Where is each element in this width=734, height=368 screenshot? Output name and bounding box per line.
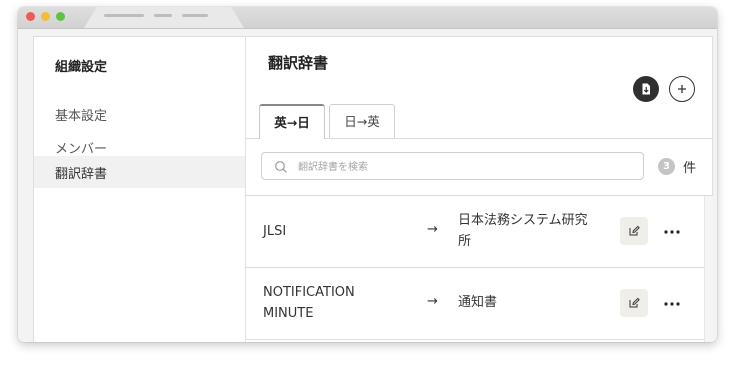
edit-icon [629,225,640,236]
add-entry-button[interactable] [669,76,695,102]
source-term: JLSI [263,221,286,242]
more-options-button[interactable] [662,222,682,242]
tab-placeholder-line [154,14,172,17]
sidebar-item-basic-settings[interactable]: 基本設定 [34,98,245,130]
more-horizontal-icon [664,302,680,306]
list-scrollbar[interactable] [704,196,713,342]
tab-placeholder-line [104,14,144,17]
edit-button[interactable] [620,217,648,245]
target-term-line: 所 [458,234,472,249]
target-term: 通知書 [458,292,608,313]
plus-icon [678,85,686,93]
page-title: 翻訳辞書 [268,54,329,72]
source-term: NOTIFICATION MINUTE [263,282,355,324]
tab-ja-to-en[interactable]: 日→英 [329,104,395,138]
entry-count-badge: 3 [658,158,675,175]
main-content: 翻訳辞書 英→日 日→英 翻訳辞書を検索 3 件 JLSI → 日本法務システム… [246,37,713,342]
edit-button[interactable] [620,289,648,317]
close-window-button[interactable] [26,12,35,21]
sidebar-item-translation-dictionary[interactable]: 翻訳辞書 [34,156,245,188]
source-term-line: JLSI [263,224,287,239]
sidebar-item-label: メンバー [55,142,108,157]
search-input[interactable] [296,156,630,178]
tab-placeholder-line [182,14,208,17]
sidebar-item-label: 基本設定 [55,109,108,124]
table-row: JLSI → 日本法務システム研究 所 [246,196,704,268]
target-term: 日本法務システム研究 所 [458,210,608,252]
browser-tab[interactable] [84,7,244,28]
settings-panel: 組織設定 基本設定 メンバー 翻訳辞書 翻訳辞書 英→日 日→英 翻訳辞書を検索… [33,36,713,342]
entry-count-unit: 件 [683,161,697,176]
more-horizontal-icon [664,230,680,234]
arrow-icon: → [427,294,438,309]
source-term-line: NOTIFICATION [263,285,355,300]
file-export-icon [642,83,650,95]
sidebar-title: 組織設定 [55,60,108,75]
browser-window: 組織設定 基本設定 メンバー 翻訳辞書 翻訳辞書 英→日 日→英 翻訳辞書を検索… [18,7,717,342]
edit-icon [629,297,640,308]
target-term-line: 通知書 [458,295,498,310]
sidebar-item-label: 翻訳辞書 [55,167,108,182]
sidebar: 組織設定 基本設定 メンバー 翻訳辞書 [34,37,246,342]
more-options-button[interactable] [662,294,682,314]
target-term-line: 日本法務システム研究 [458,213,588,228]
export-button[interactable] [633,76,659,102]
search-icon [275,161,287,173]
window-titlebar [18,7,717,29]
arrow-icon: → [427,222,438,237]
maximize-window-button[interactable] [56,12,65,21]
search-box [261,152,644,180]
minimize-window-button[interactable] [41,12,50,21]
tab-en-to-ja[interactable]: 英→日 [259,104,325,139]
source-term-line: MINUTE [263,306,314,321]
table-row: NOTIFICATION MINUTE → 通知書 [246,268,704,340]
